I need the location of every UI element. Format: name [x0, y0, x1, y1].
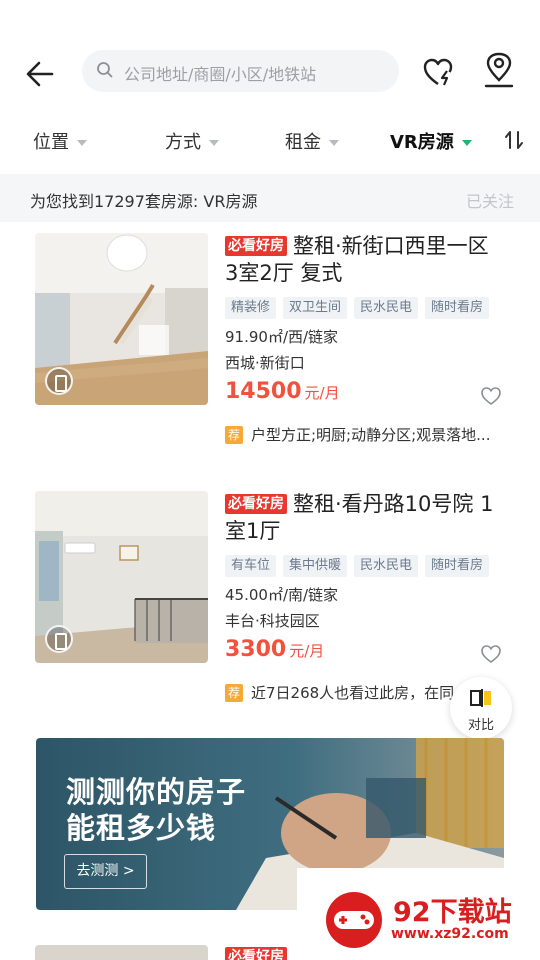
heart-flash-icon[interactable] [422, 56, 456, 92]
location-pin-icon[interactable] [482, 52, 516, 94]
compare-label: 对比 [467, 718, 494, 733]
tag: 民水民电 [354, 297, 419, 319]
listing-recommend: 荐户型方正;明厨;动静分区;观景落地... [225, 424, 500, 445]
filter-label: VR房源 [390, 132, 454, 153]
listing-title: 必看好房 整租·看丹路10号院 1室1厅 [225, 491, 505, 545]
vr-icon [45, 625, 73, 653]
listing-tags: 有车位 集中供暖 民水民电 随时看房 [225, 554, 496, 577]
tag: 精装修 [225, 297, 277, 319]
result-bar: 为您找到17297套房源: VR房源 已关注 [0, 174, 540, 222]
tag: 随时看房 [425, 555, 490, 577]
filter-bar: 位置 方式 租金 VR房源 [0, 120, 540, 160]
recommend-text: 户型方正;明厨;动静分区;观景落地... [251, 426, 491, 444]
price-value: 14500 [225, 379, 302, 404]
result-count: 为您找到17297套房源: VR房源 [30, 192, 258, 211]
listing-photo [35, 491, 208, 663]
follow-button[interactable]: 已关注 [466, 188, 514, 212]
sort-arrows-icon[interactable] [504, 130, 526, 154]
filter-label: 位置 [33, 132, 69, 153]
recommend-text: 近7日268人也看过此房，在同 [251, 684, 455, 702]
listing-card[interactable]: 必看好房 整租·看丹路10号院 1室1厅 有车位 集中供暖 民水民电 随时看房 45.0… [0, 491, 540, 711]
chevron-down-icon [461, 140, 472, 146]
filter-method[interactable]: 方式 [165, 128, 219, 154]
tag: 双卫生间 [283, 297, 348, 319]
recommend-badge: 荐 [225, 426, 243, 444]
search-placeholder: 公司地址/商圈/小区/地铁站 [124, 65, 317, 84]
recommend-badge: 荐 [225, 684, 243, 702]
compare-button[interactable]: 对比 [450, 677, 512, 739]
chevron-down-icon [329, 140, 339, 146]
listing-area: 91.90㎡/西/链家 [225, 328, 339, 346]
compare-icon [470, 689, 491, 707]
search-input[interactable]: 公司地址/商圈/小区/地铁站 [82, 50, 399, 92]
filter-label: 方式 [165, 132, 201, 153]
filter-location[interactable]: 位置 [33, 128, 87, 154]
filter-rent[interactable]: 租金 [285, 128, 339, 154]
listing-title: 必看好房 整租·新街口西里一区 3室2厅 复式 [225, 233, 505, 287]
tag: 有车位 [225, 555, 277, 577]
banner-headline: 测测你的房子 能租多少钱 [66, 774, 246, 846]
listing-location: 西城·新街口 [225, 354, 305, 372]
listing-photo [35, 945, 208, 960]
banner-test-button[interactable]: 去测测 > [64, 854, 147, 889]
must-see-badge: 必看好房 [225, 947, 287, 960]
price-value: 3300 [225, 637, 287, 662]
tag: 集中供暖 [283, 555, 348, 577]
chevron-down-icon [209, 140, 219, 146]
listing-price: 3300 元/月 [225, 637, 324, 662]
price-unit: 元/月 [289, 642, 325, 660]
tag: 随时看房 [425, 297, 490, 319]
watermark-name: 92下载站 [393, 897, 512, 928]
watermark-url: www.xz92.com [391, 926, 509, 942]
gamepad-logo-icon [326, 892, 382, 948]
banner-line1: 测测你的房子 [66, 775, 247, 809]
tag: 民水民电 [354, 555, 419, 577]
top-bar: 公司地址/商圈/小区/地铁站 [0, 48, 540, 98]
search-icon [96, 61, 114, 83]
chevron-down-icon [77, 140, 87, 146]
price-unit: 元/月 [304, 384, 340, 402]
back-arrow-icon[interactable] [22, 56, 58, 92]
banner-line2: 能租多少钱 [66, 811, 217, 845]
listing-location: 丰台·科技园区 [225, 612, 320, 630]
listing-tags: 精装修 双卫生间 民水民电 随时看房 [225, 296, 496, 319]
favorite-heart-icon[interactable] [480, 644, 502, 668]
listing-area: 45.00㎡/南/链家 [225, 586, 339, 604]
must-see-badge: 必看好房 [225, 494, 287, 514]
listing-price: 14500 元/月 [225, 379, 340, 404]
vr-icon [45, 367, 73, 395]
filter-vr[interactable]: VR房源 [390, 128, 472, 154]
filter-label: 租金 [285, 132, 321, 153]
must-see-badge: 必看好房 [225, 236, 287, 256]
watermark: 92下载站 www.xz92.com [297, 868, 540, 960]
listing-photo [35, 233, 208, 405]
favorite-heart-icon[interactable] [480, 386, 502, 410]
listing-card[interactable]: 必看好房 整租·新街口西里一区 3室2厅 复式 精装修 双卫生间 民水民电 随时看房 9… [0, 233, 540, 453]
